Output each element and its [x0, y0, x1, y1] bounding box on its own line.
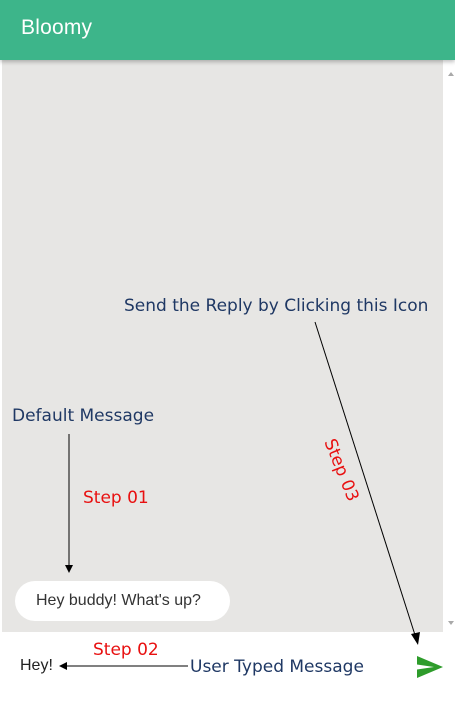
annotation-send-reply: Send the Reply by Clicking this Icon	[124, 296, 429, 316]
scroll-up-arrow-icon[interactable]	[448, 72, 454, 76]
annotation-step-02: Step 02	[93, 640, 159, 660]
scroll-down-arrow-icon[interactable]	[448, 621, 454, 625]
scrollbar[interactable]	[445, 60, 455, 632]
send-icon[interactable]	[417, 656, 443, 678]
annotation-user-typed: User Typed Message	[190, 657, 364, 677]
annotation-step-01: Step 01	[83, 488, 149, 508]
default-message-bubble: Hey buddy! What's up?	[15, 581, 230, 621]
annotation-default-message: Default Message	[12, 406, 155, 426]
chat-area[interactable]	[2, 60, 443, 632]
app-header: Bloomy	[0, 0, 455, 60]
default-message-text: Hey buddy! What's up?	[36, 592, 201, 609]
app-title: Bloomy	[21, 16, 93, 39]
message-input[interactable]: Hey!	[20, 657, 53, 675]
